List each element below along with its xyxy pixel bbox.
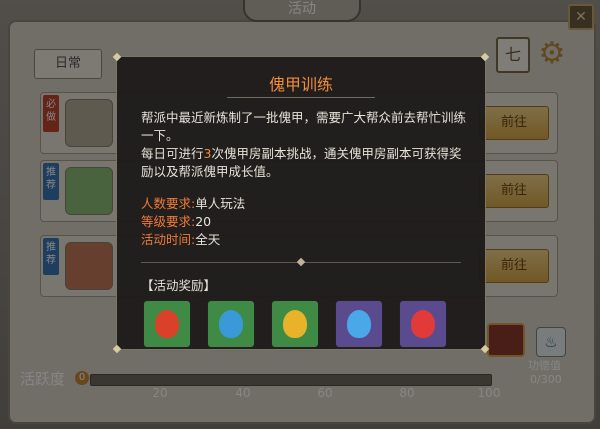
activity-detail-popup: 傀甲训练 帮派中最近新炼制了一批傀甲，需要广大帮众前去帮忙训练一下。 每日可进行… <box>112 52 490 354</box>
red-rune-icon <box>155 310 179 338</box>
reward-slot[interactable] <box>399 300 447 348</box>
reward-title: 【活动奖励】 <box>141 278 217 293</box>
divider-ornament <box>296 257 306 267</box>
blue-rune-icon <box>219 310 243 338</box>
requirement-value: 20 <box>195 214 212 229</box>
requirement-key: 等级要求: <box>141 214 196 229</box>
reward-slot[interactable] <box>143 300 191 348</box>
description-text-2: 每日可进行3次傀甲房副本挑战，通关傀甲房副本可获得奖励以及帮派傀甲成长值。 <box>141 145 471 181</box>
blue-crystal-icon <box>347 310 371 338</box>
desc-prefix: 每日可进行 <box>141 146 204 161</box>
requirement-value: 单人玩法 <box>195 196 246 211</box>
requirement-key: 人数要求: <box>141 196 196 211</box>
requirement-level: 等级要求:20 <box>141 211 211 230</box>
reward-slot[interactable] <box>335 300 383 348</box>
requirement-players: 人数要求:单人玩法 <box>141 193 245 212</box>
reward-slot[interactable] <box>207 300 255 348</box>
requirement-key: 活动时间: <box>141 232 196 247</box>
title-divider <box>227 97 375 98</box>
requirement-time: 活动时间:全天 <box>141 229 220 248</box>
gold-rune-icon <box>283 310 307 338</box>
red-crystal-icon <box>411 310 435 338</box>
popup-title: 傀甲训练 <box>268 75 333 94</box>
reward-slot[interactable] <box>271 300 319 348</box>
requirement-value: 全天 <box>195 232 221 247</box>
description-text: 帮派中最近新炼制了一批傀甲，需要广大帮众前去帮忙训练一下。 <box>141 110 467 143</box>
